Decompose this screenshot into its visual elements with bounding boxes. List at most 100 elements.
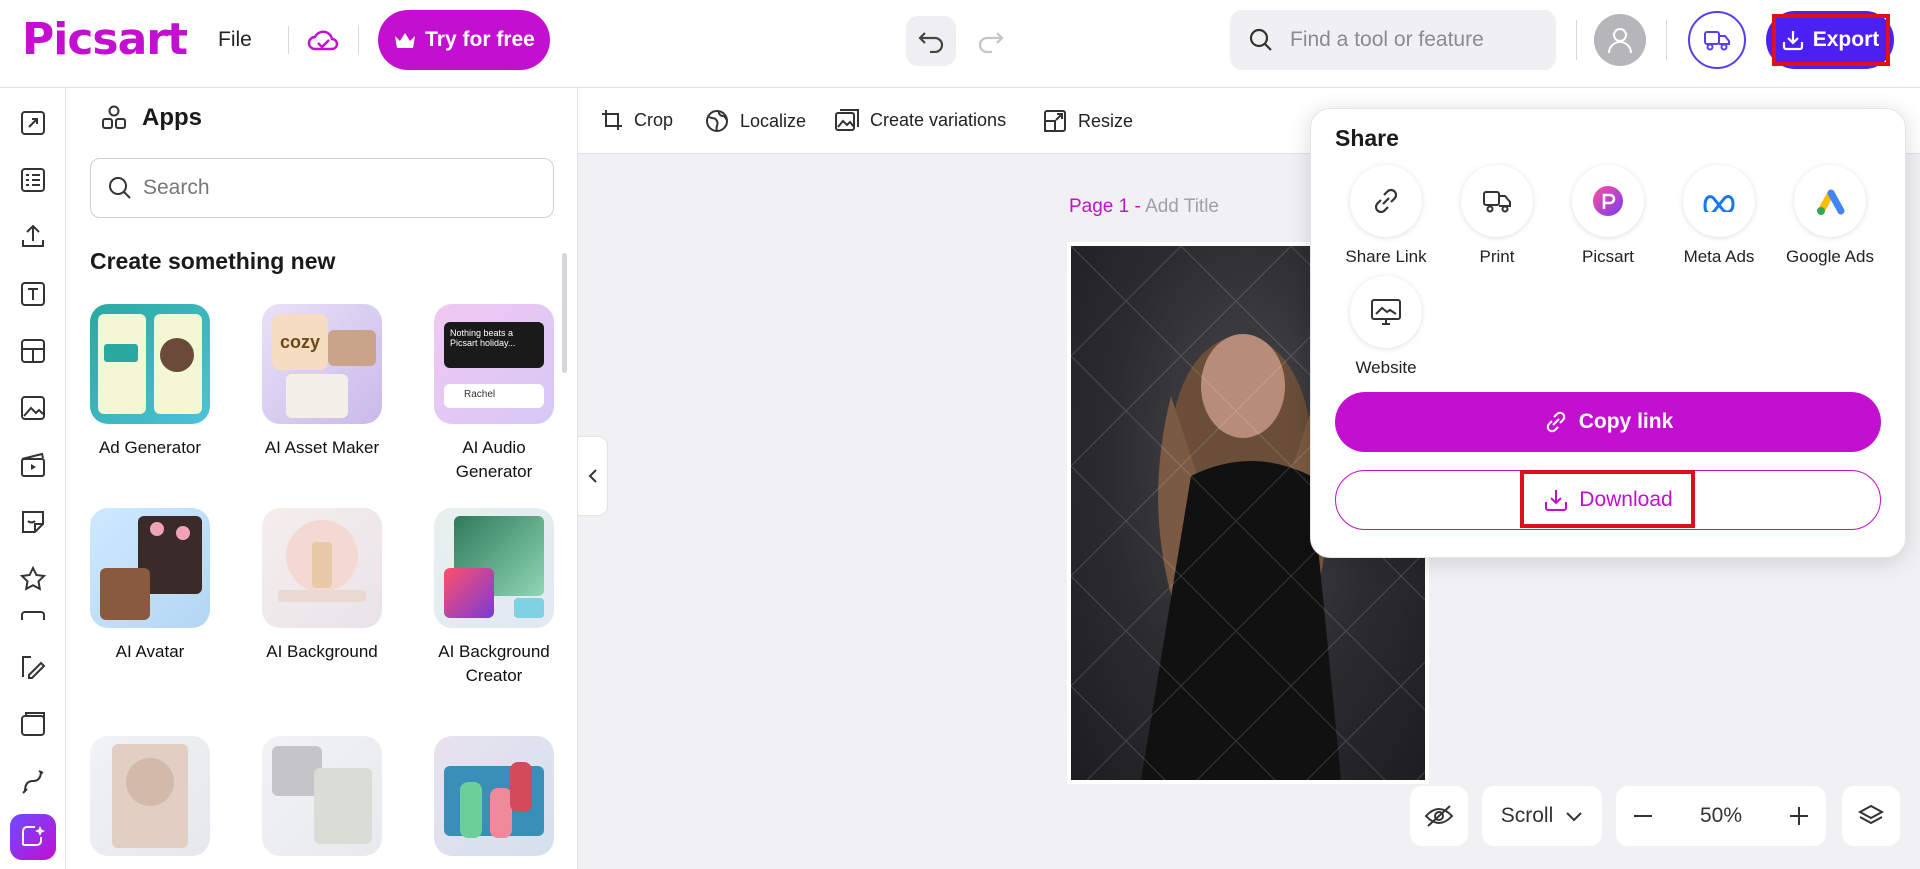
cloud-save-icon[interactable] bbox=[306, 24, 340, 58]
share-label: Website bbox=[1355, 358, 1417, 377]
copy-link-label: Copy link bbox=[1578, 410, 1674, 433]
share-link-option[interactable]: Share Link bbox=[1331, 165, 1441, 267]
crown-icon bbox=[395, 33, 416, 48]
app-name: AI Background bbox=[266, 642, 378, 661]
picsart-logo[interactable]: Picsart bbox=[22, 14, 188, 65]
stickers-icon[interactable] bbox=[16, 505, 50, 539]
layers-icon bbox=[1857, 804, 1885, 825]
app-tile[interactable] bbox=[424, 736, 564, 856]
view-mode-select[interactable]: Scroll bbox=[1482, 786, 1602, 846]
app-ai-background[interactable]: AI Background bbox=[252, 508, 392, 664]
zoom-control: 50% bbox=[1616, 786, 1826, 846]
page-number: Page 1 - bbox=[1069, 196, 1141, 217]
app-thumbnail bbox=[434, 508, 554, 628]
asset-thumb-word: cozy bbox=[272, 314, 328, 370]
tool-label: Crop bbox=[634, 109, 674, 130]
ai-assistant-icon[interactable] bbox=[10, 814, 56, 860]
app-thumbnail bbox=[434, 736, 554, 856]
divider bbox=[1576, 20, 1577, 60]
tool-label: Resize bbox=[1078, 110, 1134, 131]
photos-icon[interactable] bbox=[16, 391, 50, 425]
app-ad-generator[interactable]: Ad Generator bbox=[80, 304, 220, 460]
google-ads-option[interactable]: Google Ads bbox=[1775, 165, 1885, 267]
google-ads-icon bbox=[1794, 165, 1866, 237]
globe-icon bbox=[706, 110, 728, 132]
website-monitor-icon bbox=[1350, 276, 1422, 348]
print-truck-icon bbox=[1461, 165, 1533, 237]
divider bbox=[1666, 20, 1667, 60]
export-button[interactable]: Export bbox=[1766, 11, 1894, 69]
user-avatar[interactable] bbox=[1594, 14, 1646, 66]
print-order-button[interactable] bbox=[1688, 11, 1746, 69]
app-name: AI Audio Generator bbox=[455, 438, 533, 481]
copy-link-button[interactable]: Copy link bbox=[1335, 392, 1881, 452]
search-icon bbox=[109, 177, 131, 199]
meta-ads-option[interactable]: Meta Ads bbox=[1664, 165, 1774, 267]
video-icon[interactable] bbox=[16, 448, 50, 482]
meta-icon bbox=[1683, 165, 1755, 237]
tool-search-input[interactable]: Find a tool or feature bbox=[1230, 10, 1556, 70]
app-tile[interactable] bbox=[80, 736, 220, 856]
crop-tool[interactable]: Crop bbox=[600, 108, 673, 132]
app-thumbnail bbox=[262, 508, 382, 628]
share-label: Share Link bbox=[1345, 247, 1427, 266]
resize-icon bbox=[1044, 110, 1066, 132]
text-icon[interactable] bbox=[16, 277, 50, 311]
divider bbox=[288, 26, 289, 54]
layout-icon[interactable] bbox=[16, 334, 50, 368]
left-rail bbox=[0, 88, 66, 869]
link-icon bbox=[1546, 411, 1565, 433]
print-option[interactable]: Print bbox=[1442, 165, 1552, 267]
page-label[interactable]: Page 1 - Add Title bbox=[1069, 196, 1219, 218]
background-icon[interactable] bbox=[16, 707, 50, 741]
app-tile[interactable] bbox=[252, 736, 392, 856]
create-section-title: Create something new bbox=[90, 248, 336, 274]
layers-button[interactable] bbox=[1842, 786, 1900, 846]
chevron-down-icon bbox=[1566, 812, 1582, 822]
resize-tool[interactable]: Resize bbox=[1042, 108, 1133, 134]
draw-icon[interactable] bbox=[16, 650, 50, 684]
website-option[interactable]: Website bbox=[1331, 276, 1441, 378]
brand-icon[interactable] bbox=[16, 608, 50, 620]
app-ai-avatar[interactable]: AI Avatar bbox=[80, 508, 220, 664]
picsart-option[interactable]: Picsart bbox=[1553, 165, 1663, 267]
zoom-out-icon[interactable] bbox=[1632, 805, 1654, 827]
file-menu-button[interactable]: File bbox=[218, 28, 252, 52]
app-ai-background-creator[interactable]: AI Background Creator bbox=[424, 508, 564, 688]
divider bbox=[358, 26, 359, 54]
resize-icon[interactable] bbox=[16, 106, 50, 140]
try-for-free-button[interactable]: Try for free bbox=[378, 10, 550, 70]
zoom-in-icon[interactable] bbox=[1788, 805, 1810, 827]
redo-button[interactable] bbox=[966, 16, 1016, 66]
undo-button[interactable] bbox=[906, 16, 956, 66]
eye-off-icon bbox=[1424, 805, 1454, 827]
app-ai-asset-maker[interactable]: cozy AI Asset Maker bbox=[252, 304, 392, 460]
export-label: Export bbox=[1812, 28, 1880, 51]
zoom-level[interactable]: 50% bbox=[1700, 804, 1742, 828]
templates-icon[interactable] bbox=[16, 163, 50, 197]
hide-button[interactable] bbox=[1410, 786, 1468, 846]
collapse-panel-button[interactable] bbox=[578, 436, 608, 516]
try-label: Try for free bbox=[425, 28, 535, 51]
variations-icon bbox=[835, 109, 859, 131]
top-bar: Picsart File Try for free Find a tool or… bbox=[0, 0, 1920, 88]
share-title: Share bbox=[1335, 125, 1399, 151]
crop-icon bbox=[602, 110, 622, 130]
share-label: Google Ads bbox=[1786, 247, 1874, 266]
apps-search-input[interactable]: Search bbox=[90, 158, 554, 218]
share-label: Meta Ads bbox=[1683, 247, 1755, 266]
tool-label: Localize bbox=[740, 110, 807, 131]
localize-tool[interactable]: Localize bbox=[704, 108, 806, 134]
tool-label: Create variations bbox=[870, 109, 1007, 130]
app-thumbnail: cozy bbox=[262, 304, 382, 424]
favorites-icon[interactable] bbox=[16, 562, 50, 596]
apps-panel: Apps Search Create something new Ad Gene… bbox=[66, 88, 578, 869]
share-label: Picsart bbox=[1582, 247, 1634, 266]
download-button[interactable]: Download bbox=[1335, 470, 1881, 530]
app-ai-audio-generator[interactable]: Nothing beats a Picsart holiday... Rache… bbox=[424, 304, 564, 484]
page-title-placeholder: Add Title bbox=[1145, 196, 1219, 217]
create-variations-tool[interactable]: Create variations bbox=[834, 108, 1006, 132]
share-popup: Share Share Link Print Picsart Meta Ads … bbox=[1310, 108, 1906, 558]
apps-icon[interactable] bbox=[16, 764, 50, 798]
upload-icon[interactable] bbox=[16, 220, 50, 254]
